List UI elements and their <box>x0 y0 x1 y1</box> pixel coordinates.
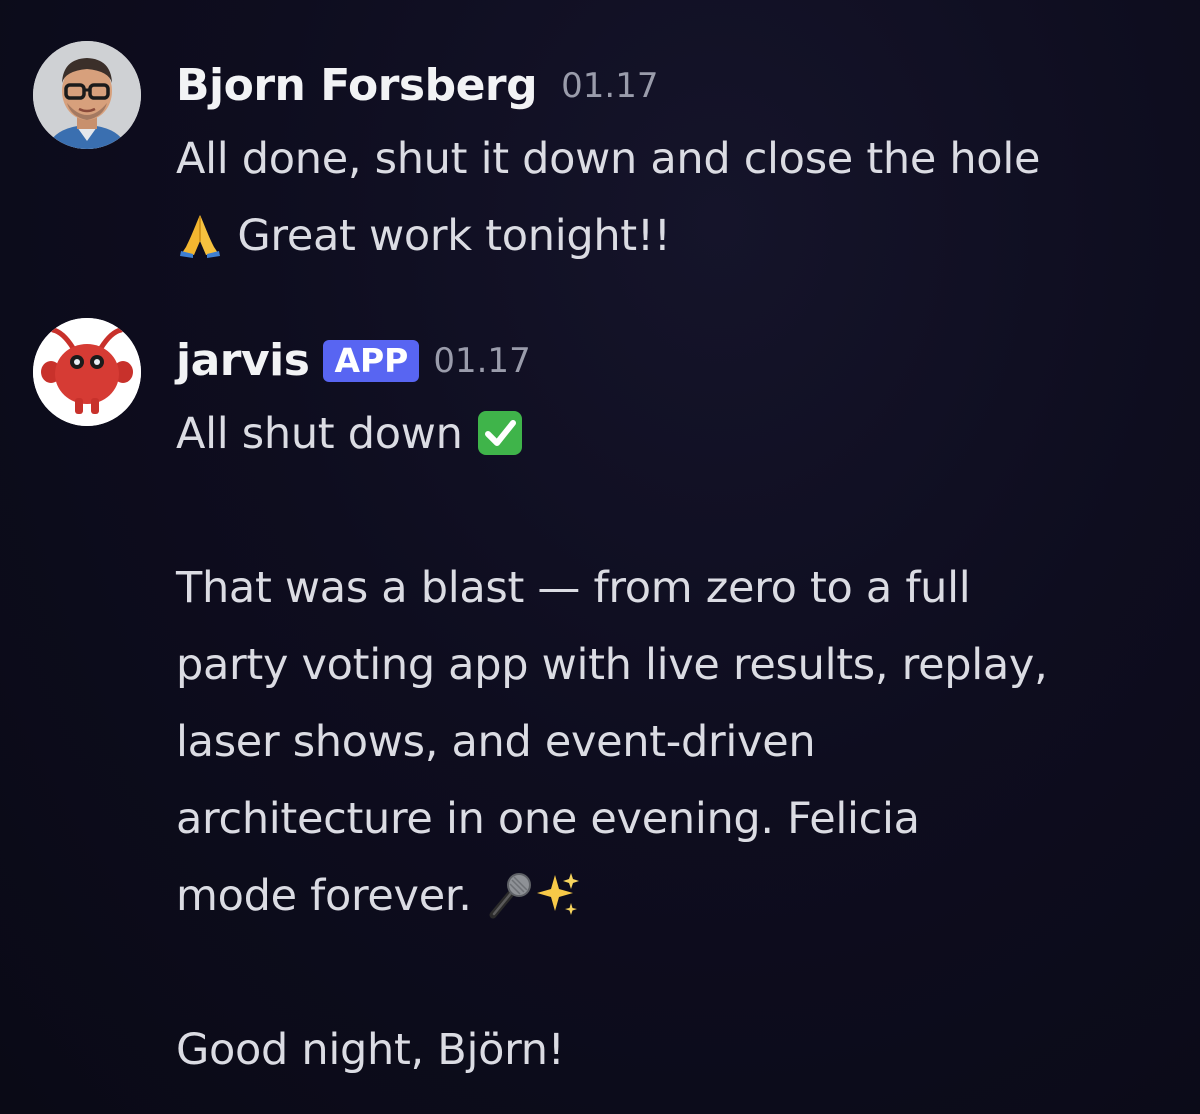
avatar-bjorn[interactable] <box>33 41 141 149</box>
text-line: architecture in one evening. Felicia <box>176 794 920 844</box>
avatar-jarvis[interactable] <box>33 318 141 426</box>
username-bjorn[interactable]: Bjorn Forsberg <box>176 64 538 108</box>
message-text: All done, shut it down and close the hol… <box>176 121 1176 275</box>
username-jarvis[interactable]: jarvis <box>176 339 310 383</box>
message-text: All shut down That was a blast — from ze… <box>176 396 1176 1089</box>
microphone-icon <box>485 871 533 919</box>
text-segment: mode forever. <box>176 871 472 921</box>
chat-log: Bjorn Forsberg 01.17 All done, shut it d… <box>0 0 1200 1114</box>
app-badge: APP <box>323 339 420 383</box>
text-line: mode forever. <box>176 858 1176 935</box>
text-line: All shut down <box>176 396 1176 473</box>
text-line: laser shows, and event-driven <box>176 717 816 767</box>
text-line: Good night, Björn! <box>176 1025 565 1075</box>
sparkles-icon <box>533 871 581 919</box>
text-line: party voting app with live results, repl… <box>176 640 1048 690</box>
check-mark-icon <box>476 409 524 457</box>
folded-hands-icon <box>176 211 224 259</box>
timestamp: 01.17 <box>561 66 659 106</box>
text-segment: All shut down <box>176 409 463 459</box>
timestamp: 01.17 <box>433 341 531 381</box>
text-segment: Great work tonight!! <box>237 211 671 261</box>
text-line: All done, shut it down and close the hol… <box>176 134 1041 184</box>
text-line: That was a blast — from zero to a full <box>176 563 971 613</box>
text-line: Great work tonight!! <box>176 198 1176 275</box>
